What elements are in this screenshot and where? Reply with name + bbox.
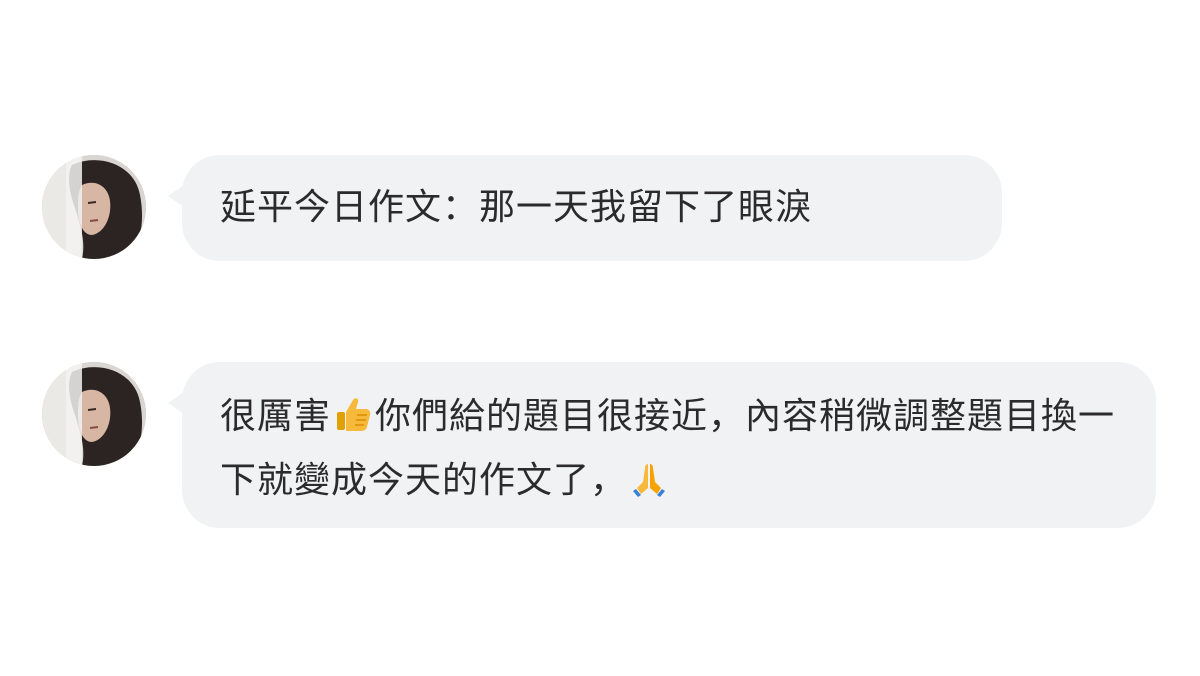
avatar[interactable] xyxy=(42,362,146,466)
message-bubble: 很厲害 你們給的題目很接近，內容稍微調整題目換一下就變成今天的作文了， xyxy=(168,362,1156,528)
thumbs-up-icon xyxy=(333,394,373,452)
message-text-part1: 很厲害 xyxy=(220,396,332,437)
avatar[interactable] xyxy=(42,155,146,259)
message-bubble: 延平今日作文：那一天我留下了眼淚 xyxy=(168,155,1002,261)
chat-thread: 延平今日作文：那一天我留下了眼淚 很厲害 你們給的題目很接近，內容稍微調整題目換… xyxy=(0,0,1200,676)
woman-portrait-avatar xyxy=(42,155,146,259)
folded-hands-icon xyxy=(629,458,669,516)
woman-portrait-avatar xyxy=(42,362,146,466)
message-text: 延平今日作文：那一天我留下了眼淚 xyxy=(220,187,813,228)
